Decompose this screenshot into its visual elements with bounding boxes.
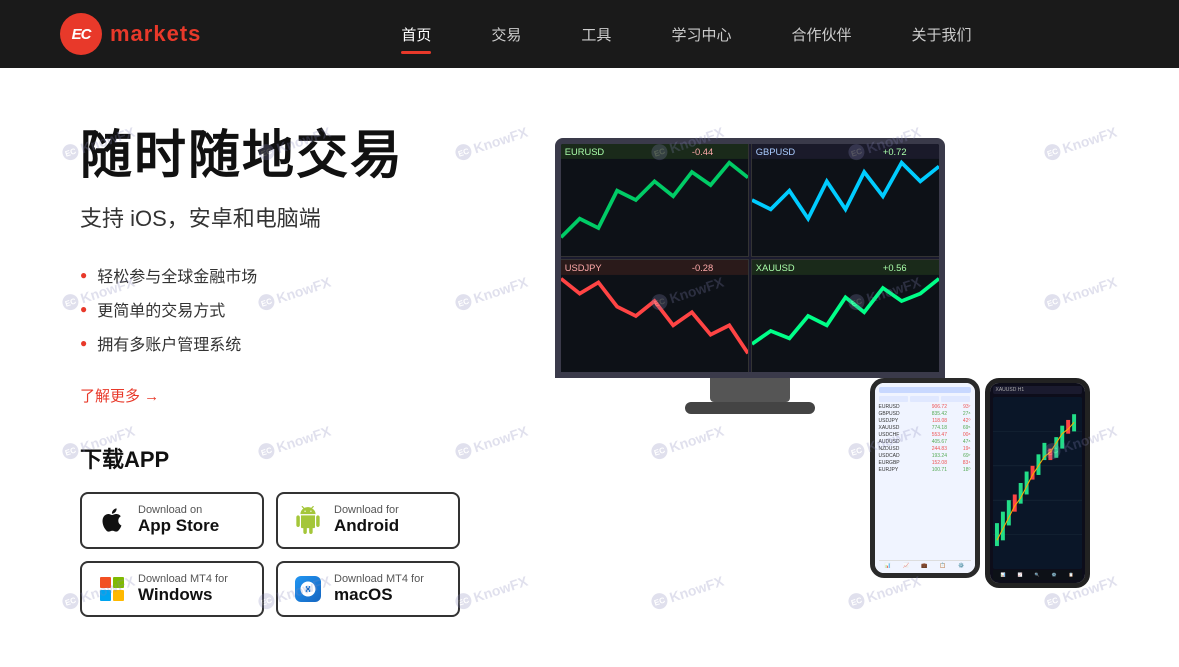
- svg-text:+0.56: +0.56: [882, 263, 906, 273]
- main-nav: 首页 交易 工具 学习中心 合作伙伴 关于我们: [401, 24, 971, 45]
- learn-more-link[interactable]: 了解更多 →: [80, 385, 159, 406]
- phone-chart-area: [993, 397, 1082, 569]
- download-appstore-button[interactable]: Download on App Store: [80, 492, 264, 548]
- nav-item-about[interactable]: 关于我们: [911, 24, 971, 45]
- nav-item-home[interactable]: 首页: [401, 24, 431, 45]
- svg-text:-0.28: -0.28: [691, 263, 712, 273]
- header: EC markets 首页 交易 工具 学习中心 合作伙伴 关于我们: [0, 0, 1179, 68]
- logo-text: markets: [110, 21, 201, 47]
- chart-quad-2: GBPUSD +0.72: [751, 144, 939, 257]
- appstore-btn-small: Download on: [138, 504, 219, 516]
- logo-icon: EC: [60, 13, 102, 55]
- features-list: 轻松参与全球金融市场 更简单的交易方式 拥有多账户管理系统: [80, 263, 500, 355]
- nav-item-trade[interactable]: 交易: [491, 24, 521, 45]
- svg-text:XAUUSD: XAUUSD: [755, 263, 794, 273]
- appstore-btn-text: Download on App Store: [138, 504, 219, 536]
- main-content: ECKnowFX ECKnowFX ECKnowFX ECKnowFX ECKn…: [0, 68, 1179, 667]
- windows-icon: [96, 573, 128, 605]
- download-android-button[interactable]: Download for Android: [276, 492, 460, 548]
- feature-item-3: 拥有多账户管理系统: [80, 331, 500, 355]
- feature-item-1: 轻松参与全球金融市场: [80, 263, 500, 287]
- hero-title: 随时随地交易: [80, 128, 500, 185]
- devices-container: EURUSD -0.44 GBPUSD +0.72: [555, 128, 1095, 608]
- nav-link-learn[interactable]: 学习中心: [671, 27, 731, 48]
- nav-link-home[interactable]: 首页: [401, 27, 431, 48]
- phone-chart-frame: XAUUSD H1: [985, 378, 1090, 588]
- svg-text:-0.44: -0.44: [691, 147, 712, 157]
- download-section-title: 下载APP: [80, 442, 500, 474]
- hero-section: 随时随地交易 支持 iOS，安卓和电脑端 轻松参与全球金融市场 更简单的交易方式…: [0, 68, 500, 667]
- monitor-screen: EURUSD -0.44 GBPUSD +0.72: [555, 138, 945, 378]
- windows-btn-text: Download MT4 for Windows: [138, 573, 228, 605]
- windows-btn-big: Windows: [138, 585, 228, 605]
- nav-link-trade[interactable]: 交易: [491, 27, 521, 48]
- feature-item-2: 更简单的交易方式: [80, 297, 500, 321]
- nav-item-partner[interactable]: 合作伙伴: [791, 24, 851, 45]
- svg-text:USDJPY: USDJPY: [564, 263, 602, 273]
- download-macos-button[interactable]: Download MT4 for macOS: [276, 561, 460, 617]
- phone-quotes: EURUSD 906.72 93⁷ GBPUSD 835.42 27⁸ USDJ…: [870, 378, 980, 578]
- macos-icon: [292, 573, 324, 605]
- windows-btn-small: Download MT4 for: [138, 573, 228, 585]
- hero-subtitle: 支持 iOS，安卓和电脑端: [80, 201, 500, 233]
- devices-section: EURUSD -0.44 GBPUSD +0.72: [500, 68, 1179, 667]
- chart-quad-1: EURUSD -0.44: [561, 144, 749, 257]
- macos-btn-text: Download MT4 for macOS: [334, 573, 424, 605]
- nav-item-learn[interactable]: 学习中心: [671, 24, 731, 45]
- appstore-btn-big: App Store: [138, 516, 219, 536]
- chart-quad-4: XAUUSD +0.56: [751, 259, 939, 372]
- monitor-base: [685, 402, 815, 414]
- phone-chart: XAUUSD H1: [985, 378, 1090, 588]
- download-windows-button[interactable]: Download MT4 for Windows: [80, 561, 264, 617]
- macos-btn-small: Download MT4 for: [334, 573, 424, 585]
- download-grid: Download on App Store Download for Andro…: [80, 492, 460, 617]
- macos-btn-big: macOS: [334, 585, 424, 605]
- nav-link-tools[interactable]: 工具: [581, 27, 611, 48]
- chart-quad-3: USDJPY -0.28: [561, 259, 749, 372]
- android-btn-text: Download for Android: [334, 504, 399, 536]
- phone-quotes-frame: EURUSD 906.72 93⁷ GBPUSD 835.42 27⁸ USDJ…: [870, 378, 980, 578]
- apple-icon: [96, 504, 128, 536]
- phone-quotes-screen: EURUSD 906.72 93⁷ GBPUSD 835.42 27⁸ USDJ…: [875, 383, 975, 573]
- svg-text:EURUSD: EURUSD: [564, 147, 604, 157]
- svg-text:+0.72: +0.72: [882, 147, 906, 157]
- phone-chart-screen: XAUUSD H1: [990, 383, 1085, 583]
- android-btn-big: Android: [334, 516, 399, 536]
- svg-text:GBPUSD: GBPUSD: [755, 147, 795, 157]
- desktop-monitor: EURUSD -0.44 GBPUSD +0.72: [555, 138, 945, 414]
- logo[interactable]: EC markets: [60, 13, 201, 55]
- android-btn-small: Download for: [334, 504, 399, 516]
- monitor-stand: [710, 378, 790, 402]
- android-icon: [292, 504, 324, 536]
- nav-item-tools[interactable]: 工具: [581, 24, 611, 45]
- nav-link-about[interactable]: 关于我们: [911, 27, 971, 48]
- nav-link-partner[interactable]: 合作伙伴: [791, 27, 851, 48]
